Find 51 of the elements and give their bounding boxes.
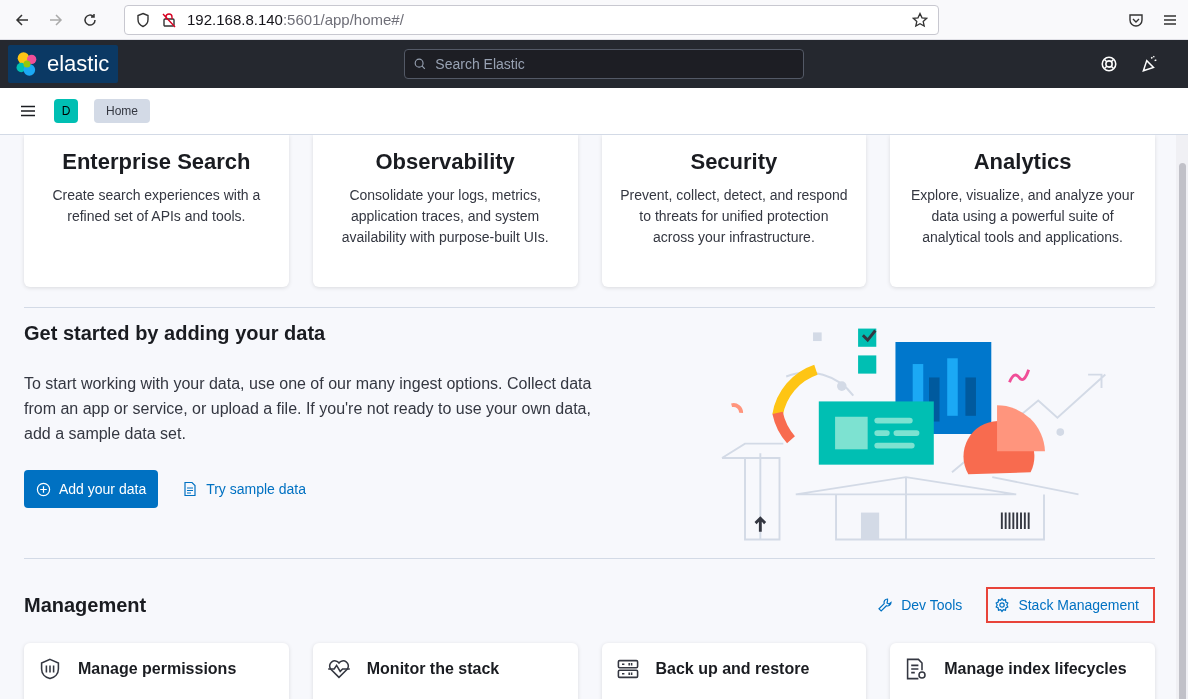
insecure-lock-icon xyxy=(161,11,177,28)
shield-icon xyxy=(38,657,62,681)
section-description: To start working with your data, use one of our many ingest options. Collect data from an app or service, or upload a file. If you're not ready to use your own data, add a sample data set. xyxy=(24,374,593,444)
reload-icon[interactable] xyxy=(82,11,98,28)
url-text: 192.168.8.140:5601/app/home#/ xyxy=(187,11,405,28)
gear-icon xyxy=(994,597,1011,613)
pocket-icon[interactable] xyxy=(1128,11,1144,28)
card-description: Explore, visualize, and analyze your data using a powerful suite of analytical tools and applications. xyxy=(909,186,1136,247)
solution-card[interactable]: Security Prevent, collect, detect, and respond to threats for unified protection across your infrastructure. xyxy=(601,135,867,287)
plus-circle-icon xyxy=(36,481,51,497)
help-icon[interactable] xyxy=(1100,55,1118,73)
sample-data-link[interactable]: Try sample data xyxy=(182,481,307,497)
search-icon xyxy=(413,57,428,71)
management-card[interactable]: Manage permissions xyxy=(24,643,289,699)
search-field[interactable]: Search Elastic xyxy=(404,49,805,79)
server-icon xyxy=(615,657,640,681)
elastic-logo[interactable]: elastic xyxy=(8,45,119,83)
management-card[interactable]: Manage index lifecycles xyxy=(890,643,1155,699)
card-title: Analytics xyxy=(972,149,1073,175)
card-description: Consolidate your logs, metrics, application traces, and system availability with purpose-built UIs. xyxy=(340,186,550,247)
heartbeat-icon xyxy=(326,657,351,681)
stack-management-link[interactable]: Stack Management xyxy=(986,587,1155,623)
dev-tools-link[interactable]: Dev Tools xyxy=(869,587,979,623)
card-title: Observability xyxy=(374,149,516,175)
solution-card[interactable]: Enterprise Search Create search experiences with a refined set of APIs and tools. xyxy=(24,135,289,287)
breadcrumb[interactable]: Home xyxy=(94,99,150,123)
add-data-button[interactable]: Add your data xyxy=(24,470,159,508)
back-icon[interactable] xyxy=(14,11,30,28)
card-title: Security xyxy=(689,149,779,175)
document-gear-icon xyxy=(904,657,929,681)
card-description: Prevent, collect, detect, and respond to threats for unified protection across your infrastructure. xyxy=(619,186,849,247)
card-title: Monitor the stack xyxy=(366,660,500,678)
solution-card[interactable]: Analytics Explore, visualize, and analyze your data using a powerful suite of analytical tools and applications. xyxy=(890,135,1155,287)
star-icon[interactable] xyxy=(912,11,928,28)
shield-icon xyxy=(135,11,151,28)
wrench-icon xyxy=(877,597,894,613)
menu-icon[interactable] xyxy=(20,103,36,119)
management-card[interactable]: Monitor the stack xyxy=(312,643,578,699)
section-heading: Management xyxy=(24,593,147,617)
card-title: Enterprise Search xyxy=(61,149,252,175)
document-icon xyxy=(182,481,199,497)
management-card[interactable]: Back up and restore xyxy=(601,643,867,699)
party-popper-icon[interactable] xyxy=(1140,55,1158,73)
section-heading: Get started by adding your data xyxy=(24,322,327,345)
card-title: Manage permissions xyxy=(78,660,237,678)
address-bar[interactable]: 192.168.8.140:5601/app/home#/ xyxy=(124,4,939,35)
card-title: Manage index lifecycles xyxy=(944,660,1127,678)
card-title: Back up and restore xyxy=(655,660,810,678)
solution-card[interactable]: Observability Consolidate your logs, metrics, application traces, and system availability with purpose-built UIs. xyxy=(312,135,578,287)
space-avatar[interactable]: D xyxy=(54,99,78,123)
card-description: Create search experiences with a refined set of APIs and tools. xyxy=(51,186,262,226)
